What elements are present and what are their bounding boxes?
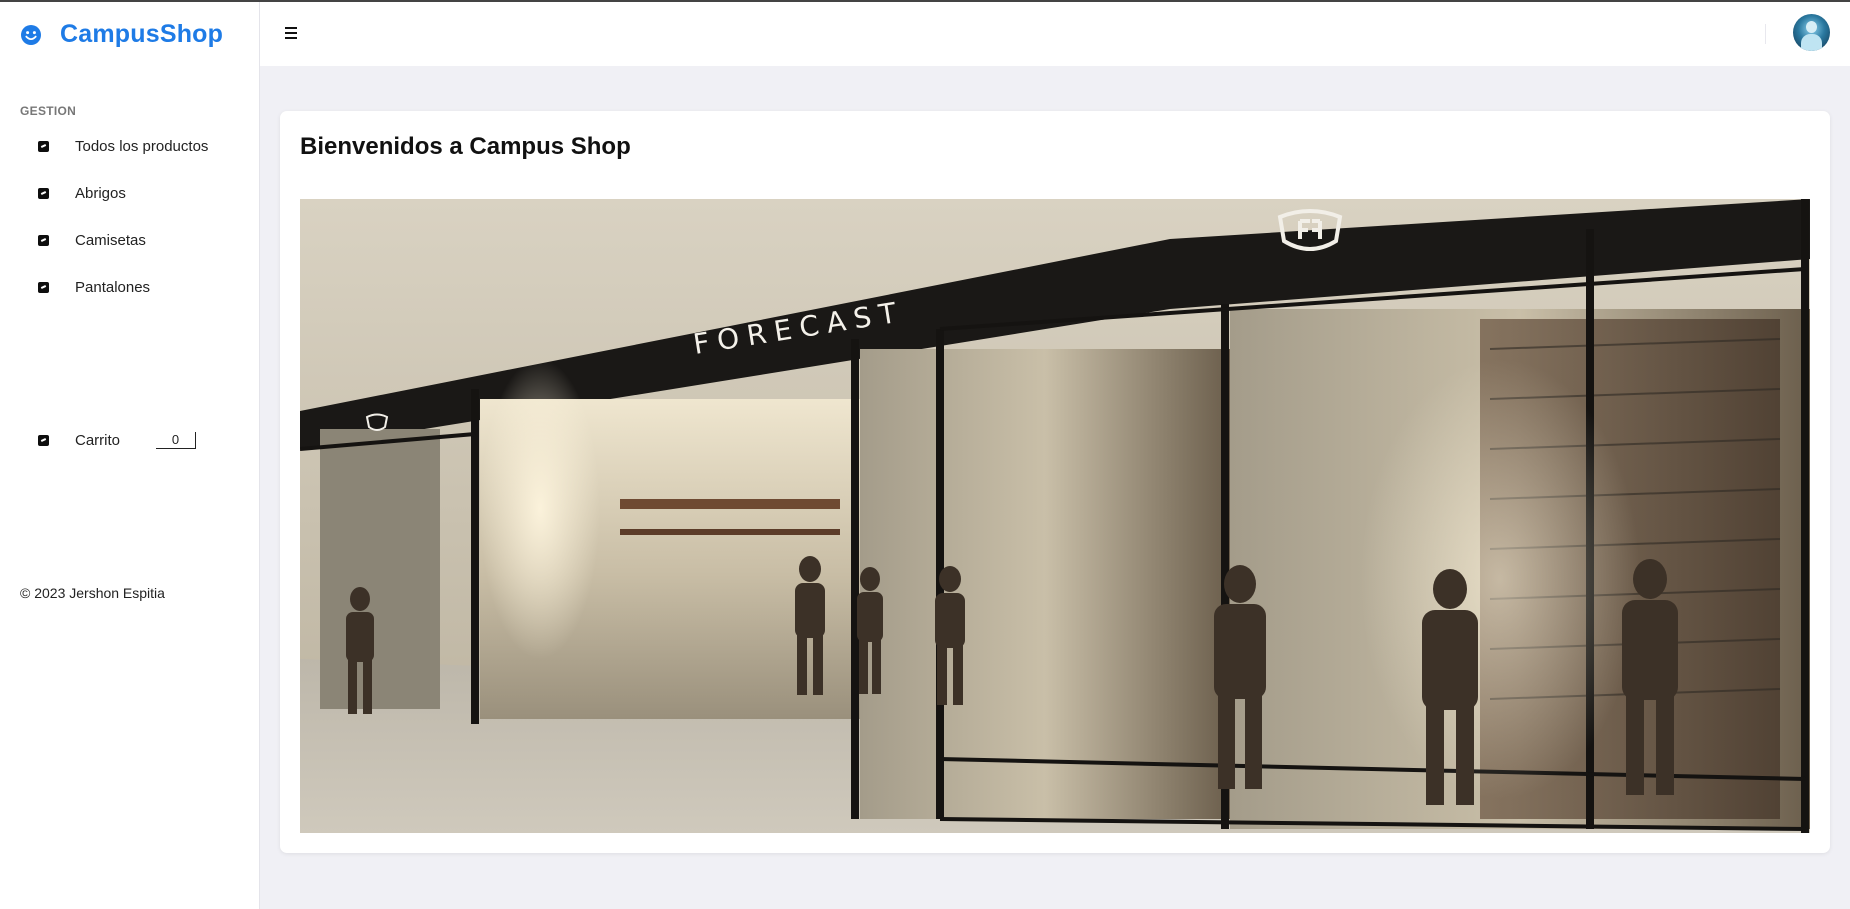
brand-name: CampusShop [60,20,224,48]
welcome-card: Bienvenidos a Campus Shop FORECAST [280,111,1830,853]
page-title: Bienvenidos a Campus Shop [300,133,631,160]
sidebar-item-label: Todos los productos [75,138,209,155]
check-icon [38,435,49,446]
sidebar-item-label: Camisetas [75,232,146,249]
copyright-footer: © 2023 Jershon Espitia [20,585,165,601]
topbar-divider [1765,24,1766,44]
sidebar-item-carrito[interactable]: Carrito 0 [38,432,197,449]
hamburger-icon[interactable] [282,24,300,40]
sidebar: CampusShop GESTION Todos los productos A… [0,2,260,909]
top-bar [260,2,1850,66]
sidebar-item-todos-los-productos[interactable]: Todos los productos [38,138,208,155]
check-icon [38,188,49,199]
section-label-gestion: GESTION [20,104,77,118]
store-front-image: FORECAST [300,199,1810,833]
sidebar-item-label: Pantalones [75,279,151,296]
sidebar-item-label: Abrigos [75,185,126,202]
check-icon [38,235,49,246]
sidebar-item-abrigos[interactable]: Abrigos [38,185,126,202]
cart-count-badge: 0 [156,432,197,449]
cart-label: Carrito [75,432,121,449]
sidebar-item-pantalones[interactable]: Pantalones [38,279,150,296]
check-icon [38,282,49,293]
check-icon [38,141,49,152]
smiley-icon [20,24,42,46]
brand[interactable]: CampusShop [20,20,223,49]
sidebar-item-camisetas[interactable]: Camisetas [38,232,146,249]
user-avatar[interactable] [1793,14,1830,51]
